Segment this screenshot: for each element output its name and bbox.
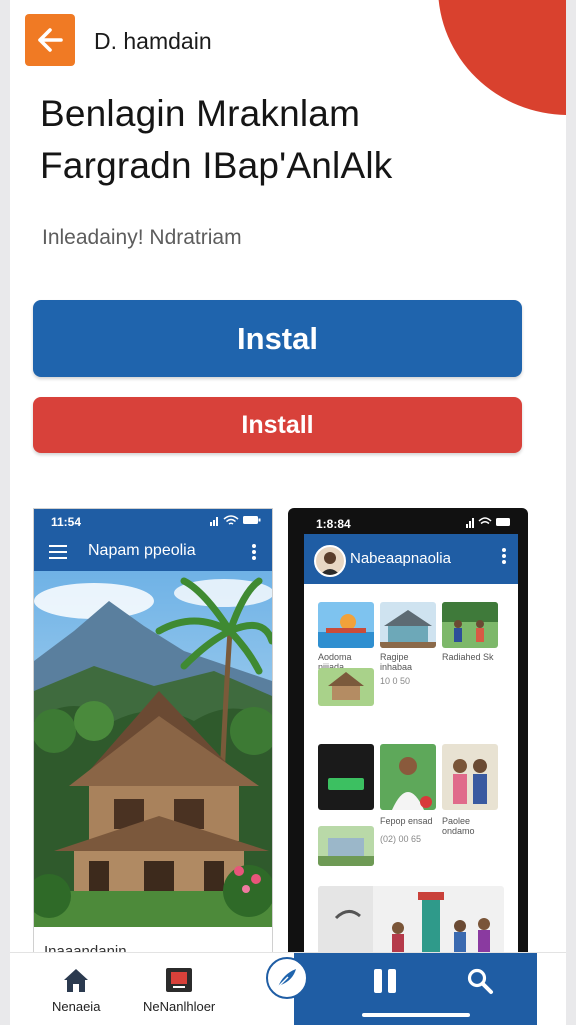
bottom-navigation: Nenaeia NeNanlhloer <box>10 952 566 1025</box>
nav-item-library[interactable]: NeNanlhloer <box>143 953 215 1025</box>
left-app-title: Napam ppeolia <box>88 542 196 559</box>
app-title-line-1: Benlagin Mraknlam <box>40 93 361 134</box>
install-button-secondary[interactable]: Install <box>33 397 522 453</box>
nav-label-library: NeNanlhloer <box>143 999 216 1014</box>
app-title: Benlagin Mraknlam Fargradn IBap'AnlAlk <box>40 88 460 192</box>
app-title-line-2: Fargradn IBap'AnlAlk <box>40 145 393 186</box>
tile-meta-1: 10 0 50 <box>380 676 411 686</box>
avatar[interactable] <box>314 545 346 577</box>
more-vert-icon[interactable] <box>252 544 256 560</box>
tile-image-festival[interactable] <box>318 886 504 954</box>
left-app-bar: 11:54 Napam ppeolia <box>34 509 272 571</box>
search-icon[interactable] <box>466 967 494 995</box>
tile-image-group[interactable] <box>442 744 498 810</box>
quill-fab-button[interactable] <box>266 957 308 999</box>
more-vert-icon[interactable] <box>502 548 506 564</box>
quill-icon <box>277 969 296 988</box>
tile-image-people[interactable] <box>442 602 498 648</box>
app-subtitle: Inleadainy! Ndratriam <box>42 226 242 249</box>
home-indicator <box>362 1013 470 1017</box>
install-button-primary[interactable]: Instal <box>33 300 522 377</box>
menu-icon[interactable] <box>49 545 67 559</box>
home-icon <box>64 969 89 992</box>
right-app-screen: Nabeaapnaolia Aodoma niiiada Ragipe inha… <box>304 534 518 954</box>
right-app-title: Nabeaapnaolia <box>350 550 451 567</box>
developer-name[interactable]: D. hamdain <box>94 28 212 55</box>
right-status-time: 1:8:84 <box>316 517 351 531</box>
tile-caption-5: Paolee ondamo <box>442 816 475 836</box>
tile-image-device[interactable] <box>318 744 374 810</box>
tropical-house-image <box>34 571 272 927</box>
back-button[interactable] <box>25 14 75 66</box>
library-icon <box>166 968 193 992</box>
screenshot-right[interactable]: 1:8:84 Nabeaapnaolia Aodoma niiiada Ragi… <box>288 508 528 978</box>
pause-icon[interactable] <box>372 967 398 995</box>
nav-label-home: Nenaeia <box>52 999 101 1014</box>
screenshot-left[interactable]: 11:54 Napam ppeolia <box>33 508 273 980</box>
left-status-time: 11:54 <box>51 515 82 529</box>
tile-image-hut[interactable] <box>318 668 374 706</box>
status-icons <box>466 517 510 528</box>
tile-image-building[interactable] <box>318 826 374 866</box>
right-app-bar: Nabeaapnaolia <box>304 534 518 584</box>
nav-item-home[interactable]: Nenaeia <box>52 953 100 1025</box>
tile-image-house[interactable] <box>380 602 436 648</box>
tile-meta-2: (02) 00 65 <box>380 834 422 844</box>
tile-image-pool[interactable] <box>318 602 374 648</box>
tile-image-woman[interactable] <box>380 744 436 810</box>
nav-blue-panel <box>294 953 537 1025</box>
tile-caption-4: Fepop ensad <box>380 816 433 826</box>
tile-caption-2: Ragipe inhabaa <box>380 652 413 672</box>
tile-caption-3: Radiahed Sk <box>442 652 494 662</box>
back-arrow-icon <box>38 28 63 52</box>
status-icons <box>210 515 261 526</box>
